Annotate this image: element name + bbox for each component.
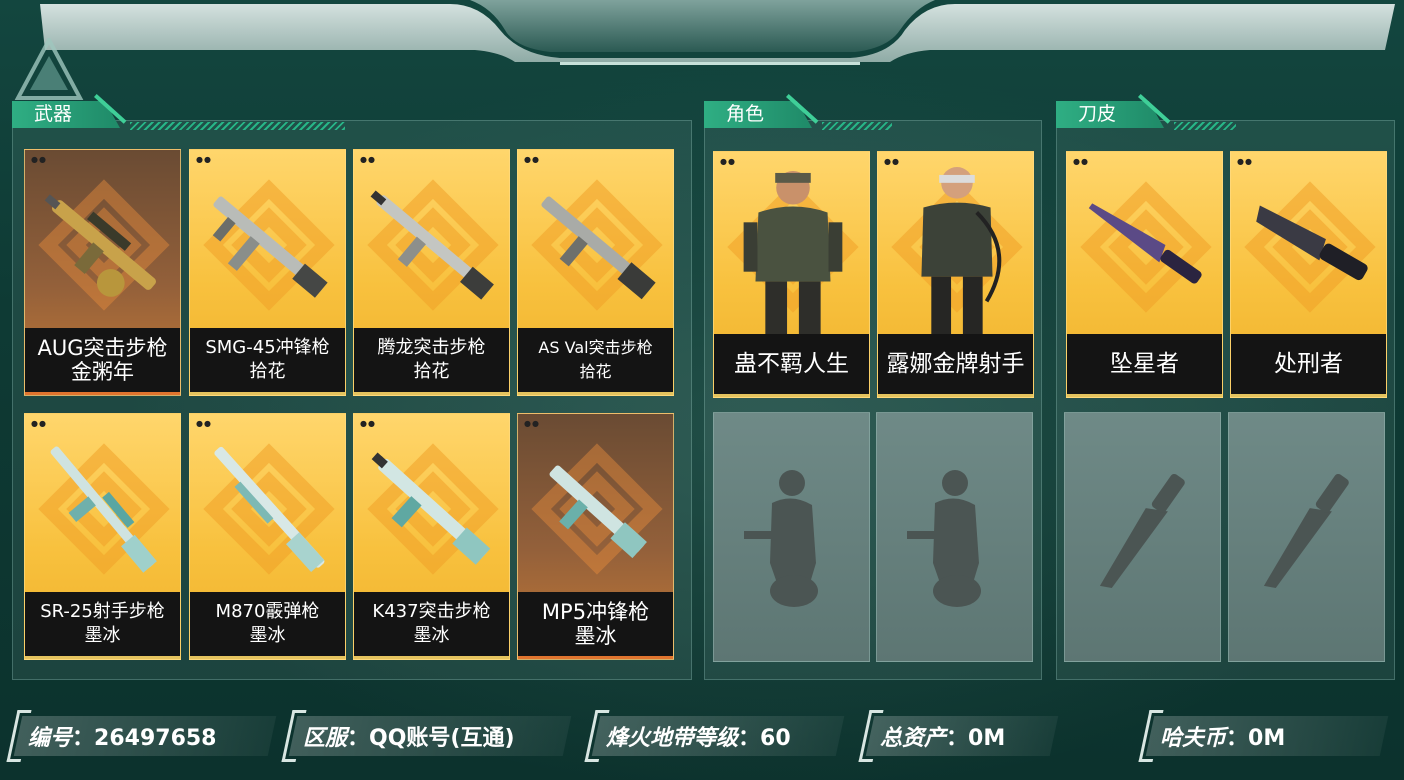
server-label: 区服 (303, 726, 348, 751)
knife-card-2[interactable]: ●● 处刑者 (1230, 151, 1387, 398)
card-label: SR-25射手步枪 墨冰 (25, 592, 180, 659)
card-label: 腾龙突击步枪 拾花 (354, 328, 509, 395)
weapons-section-title: 武器 (34, 103, 73, 125)
server-value: QQ账号(互通) (369, 726, 515, 751)
locked-character-slot (876, 412, 1033, 662)
knife-name: 处刑者 (1274, 351, 1343, 377)
card-label: AS Val突击步枪 拾花 (518, 328, 673, 395)
weapon-skin: 拾花 (249, 361, 286, 382)
card-label: AUG突击步枪 金粥年 (25, 328, 180, 395)
weapon-card-asval[interactable]: ●● AS Val突击步枪 拾花 (517, 149, 674, 396)
weapon-name: M870霰弹枪 (215, 601, 320, 622)
knife-icon (1088, 203, 1202, 284)
knife-card-1[interactable]: ●● 坠星者 (1066, 151, 1223, 398)
weapon-card-smg45[interactable]: ●● SMG-45冲锋枪 拾花 (189, 149, 346, 396)
game-logo-icon (14, 38, 84, 100)
account-id-field: 编号：26497658 (6, 710, 277, 762)
character-card-2[interactable]: ●● 露娜金牌射手 (877, 151, 1034, 398)
weapon-card-mp5[interactable]: ●● MP5冲锋枪 墨冰 (517, 413, 674, 660)
smg-icon (549, 465, 647, 559)
card-label: 坠星者 (1067, 334, 1222, 397)
aug-rifle-icon (44, 194, 156, 297)
weapon-skin: 墨冰 (413, 625, 450, 646)
character-card-1[interactable]: ●● 蛊不羁人生 (713, 151, 870, 398)
card-label: 处刑者 (1231, 334, 1386, 397)
weapon-skin: 拾花 (413, 361, 450, 382)
account-id-value: 26497658 (94, 726, 217, 751)
server-field: 区服：QQ账号(互通) (281, 710, 572, 762)
card-label: 蛊不羁人生 (714, 334, 869, 397)
weapon-skin: 金粥年 (71, 360, 134, 384)
weapon-skin: 墨冰 (574, 624, 617, 648)
assault-rifle-icon (541, 196, 656, 300)
weapon-name: AUG突击步枪 (37, 336, 168, 360)
weapon-name: MP5冲锋枪 (541, 600, 650, 624)
account-id-label: 编号 (28, 726, 73, 751)
sniper-rifle-icon (50, 446, 157, 573)
operator-portrait-icon (743, 170, 843, 341)
weapon-card-sr25[interactable]: ●● SR-25射手步枪 墨冰 (24, 413, 181, 660)
locked-knife-slot (1228, 412, 1385, 662)
weapon-card-tenglong[interactable]: ●● 腾龙突击步枪 拾花 (353, 149, 510, 396)
card-label: K437突击步枪 墨冰 (354, 592, 509, 659)
card-label: 露娜金牌射手 (878, 334, 1033, 397)
assault-rifle-icon (371, 452, 491, 565)
shotgun-icon (214, 446, 325, 573)
soldier-silhouette-icon (907, 470, 981, 607)
havoc-coin-label: 哈夫币 (1160, 726, 1227, 751)
character-name: 露娜金牌射手 (886, 351, 1025, 377)
tab-stripes-decor (822, 122, 892, 130)
total-assets-value: 0M (968, 726, 1006, 751)
locked-knife-slot (1064, 412, 1221, 662)
characters-section-title: 角色 (726, 103, 765, 125)
assault-rifle-icon (370, 190, 494, 300)
weapon-skin: 拾花 (579, 362, 612, 381)
tab-stripes-decor (1174, 122, 1236, 130)
knives-section-title: 刀皮 (1078, 103, 1117, 125)
card-label: M870霰弹枪 墨冰 (190, 592, 345, 659)
locked-character-slot (713, 412, 870, 662)
level-value: 60 (760, 726, 791, 751)
knife-name: 坠星者 (1110, 351, 1179, 377)
top-frame (40, 0, 1395, 65)
knife-silhouette-icon (1263, 473, 1349, 589)
total-assets-field: 总资产：0M (858, 710, 1059, 762)
weapon-name: K437突击步枪 (372, 601, 491, 622)
weapon-card-aug[interactable]: ●● AUG突击步枪 金粥年 (24, 149, 181, 396)
knife-icon (1256, 205, 1368, 281)
weapon-name: SR-25射手步枪 (40, 601, 165, 622)
tab-stripes-decor (130, 122, 345, 130)
card-label: SMG-45冲锋枪 拾花 (190, 328, 345, 395)
character-name: 蛊不羁人生 (734, 351, 849, 377)
weapon-card-k437[interactable]: ●● K437突击步枪 墨冰 (353, 413, 510, 660)
level-field: 烽火地带等级：60 (584, 710, 845, 762)
havoc-coin-value: 0M (1248, 726, 1286, 751)
weapon-name: SMG-45冲锋枪 (205, 337, 330, 358)
weapon-name: AS Val突击步枪 (538, 338, 653, 357)
havoc-coin-field: 哈夫币：0M (1138, 710, 1389, 762)
soldier-silhouette-icon (744, 470, 818, 607)
total-assets-label: 总资产 (880, 726, 947, 751)
weapon-name: 腾龙突击步枪 (377, 337, 486, 358)
weapon-card-m870[interactable]: ●● M870霰弹枪 墨冰 (189, 413, 346, 660)
weapon-skin: 墨冰 (249, 625, 286, 646)
smg-icon (212, 196, 328, 298)
operator-portrait-icon (921, 167, 1002, 341)
level-label: 烽火地带等级 (606, 726, 739, 751)
knife-silhouette-icon (1099, 473, 1185, 589)
weapon-skin: 墨冰 (84, 625, 121, 646)
card-label: MP5冲锋枪 墨冰 (518, 592, 673, 659)
